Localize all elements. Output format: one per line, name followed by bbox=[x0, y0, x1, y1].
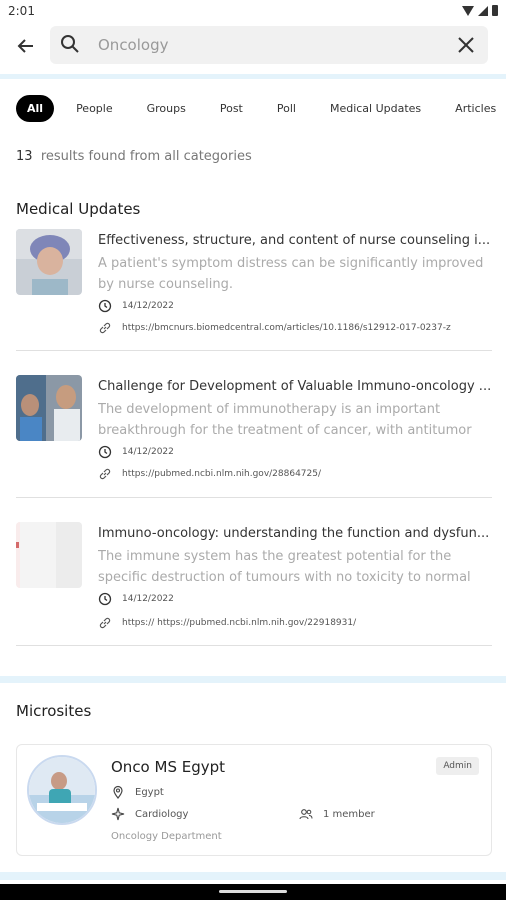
update-link[interactable]: https://pubmed.ncbi.nlm.nih.gov/28864725… bbox=[122, 469, 321, 479]
search-header bbox=[0, 24, 506, 72]
tab-medical-updates[interactable]: Medical Updates bbox=[330, 102, 421, 115]
header-divider bbox=[0, 74, 506, 79]
update-link[interactable]: https:// https://pubmed.ncbi.nlm.nih.gov… bbox=[122, 618, 356, 628]
link-icon bbox=[99, 468, 111, 480]
clock-icon bbox=[98, 592, 112, 606]
item-divider bbox=[16, 645, 492, 646]
status-icons bbox=[462, 5, 498, 16]
tab-post[interactable]: Post bbox=[220, 102, 243, 115]
update-date-row: 14/12/2022 bbox=[98, 299, 174, 313]
back-button[interactable] bbox=[14, 34, 38, 58]
item-divider bbox=[16, 350, 492, 351]
close-icon[interactable] bbox=[456, 35, 476, 55]
system-nav-bar bbox=[0, 884, 506, 900]
link-icon bbox=[99, 617, 111, 629]
microsite-specialty: Cardiology bbox=[135, 808, 189, 820]
update-thumbnail bbox=[16, 375, 82, 441]
update-date-row: 14/12/2022 bbox=[98, 445, 174, 459]
microsite-department: Oncology Department bbox=[111, 831, 222, 842]
result-count-suffix: results found from all categories bbox=[40, 149, 252, 164]
tab-poll[interactable]: Poll bbox=[277, 102, 296, 115]
home-handle[interactable] bbox=[219, 890, 287, 893]
search-icon bbox=[61, 35, 79, 53]
microsite-location: Egypt bbox=[135, 786, 164, 798]
tab-all[interactable]: All bbox=[16, 94, 55, 122]
microsite-location-row: Egypt bbox=[111, 785, 164, 799]
status-bar: 2:01 bbox=[0, 0, 506, 24]
update-link[interactable]: https://bmcnurs.biomedcentral.com/articl… bbox=[122, 323, 451, 333]
microsite-avatar bbox=[27, 755, 97, 825]
section-divider bbox=[0, 676, 506, 683]
update-link-row: https:// https://pubmed.ncbi.nlm.nih.gov… bbox=[98, 616, 356, 630]
update-thumbnail bbox=[16, 522, 82, 588]
section-title-medical-updates: Medical Updates bbox=[16, 200, 141, 218]
microsite-members: 1 member bbox=[323, 808, 375, 820]
result-count: 13 results found from all categories bbox=[16, 149, 252, 164]
tab-groups[interactable]: Groups bbox=[147, 102, 186, 115]
section-divider bbox=[0, 872, 506, 880]
search-input[interactable] bbox=[98, 26, 438, 64]
microsite-card[interactable]: Onco MS Egypt Admin Egypt Cardiology 1 m… bbox=[16, 744, 492, 856]
link-icon bbox=[99, 322, 111, 334]
update-date: 14/12/2022 bbox=[122, 301, 174, 311]
update-title: Immuno-oncology: understanding the funct… bbox=[98, 526, 490, 541]
item-divider bbox=[16, 497, 492, 498]
microsite-specialty-row: Cardiology bbox=[111, 807, 188, 821]
update-link-row: https://bmcnurs.biomedcentral.com/articl… bbox=[98, 321, 451, 335]
category-tabs: All People Groups Post Poll Medical Upda… bbox=[16, 94, 506, 122]
result-count-number: 13 bbox=[16, 149, 33, 164]
medical-update-item[interactable]: Challenge for Development of Valuable Im… bbox=[16, 375, 492, 505]
location-pin-icon bbox=[113, 785, 123, 799]
update-description: A patient's symptom distress can be sign… bbox=[98, 256, 484, 292]
update-title: Challenge for Development of Valuable Im… bbox=[98, 379, 492, 394]
arrow-left-icon bbox=[17, 39, 33, 53]
status-time: 2:01 bbox=[8, 4, 35, 18]
update-description: The development of immunotherapy is an i… bbox=[98, 402, 472, 438]
wifi-icon bbox=[462, 5, 474, 16]
update-thumbnail bbox=[16, 229, 82, 295]
people-icon bbox=[299, 809, 313, 820]
update-link-row: https://pubmed.ncbi.nlm.nih.gov/28864725… bbox=[98, 467, 321, 481]
update-date: 14/12/2022 bbox=[122, 447, 174, 457]
signal-icon bbox=[478, 5, 488, 16]
update-date: 14/12/2022 bbox=[122, 594, 174, 604]
tab-people[interactable]: People bbox=[76, 102, 113, 115]
medical-update-item[interactable]: Immuno-oncology: understanding the funct… bbox=[16, 522, 492, 652]
microsite-name: Onco MS Egypt bbox=[111, 758, 226, 776]
tab-articles[interactable]: Articles bbox=[455, 102, 496, 115]
search-box[interactable] bbox=[50, 26, 488, 64]
section-title-microsites: Microsites bbox=[16, 702, 92, 720]
update-date-row: 14/12/2022 bbox=[98, 592, 174, 606]
clock-icon bbox=[98, 445, 112, 459]
microsite-members-row: 1 member bbox=[299, 807, 375, 821]
battery-icon bbox=[492, 5, 498, 16]
medical-update-item[interactable]: Effectiveness, structure, and content of… bbox=[16, 229, 492, 359]
admin-badge: Admin bbox=[436, 757, 479, 775]
update-title: Effectiveness, structure, and content of… bbox=[98, 233, 491, 248]
update-description: The immune system has the greatest poten… bbox=[98, 549, 471, 585]
clock-icon bbox=[98, 299, 112, 313]
sparkle-icon bbox=[111, 807, 125, 821]
